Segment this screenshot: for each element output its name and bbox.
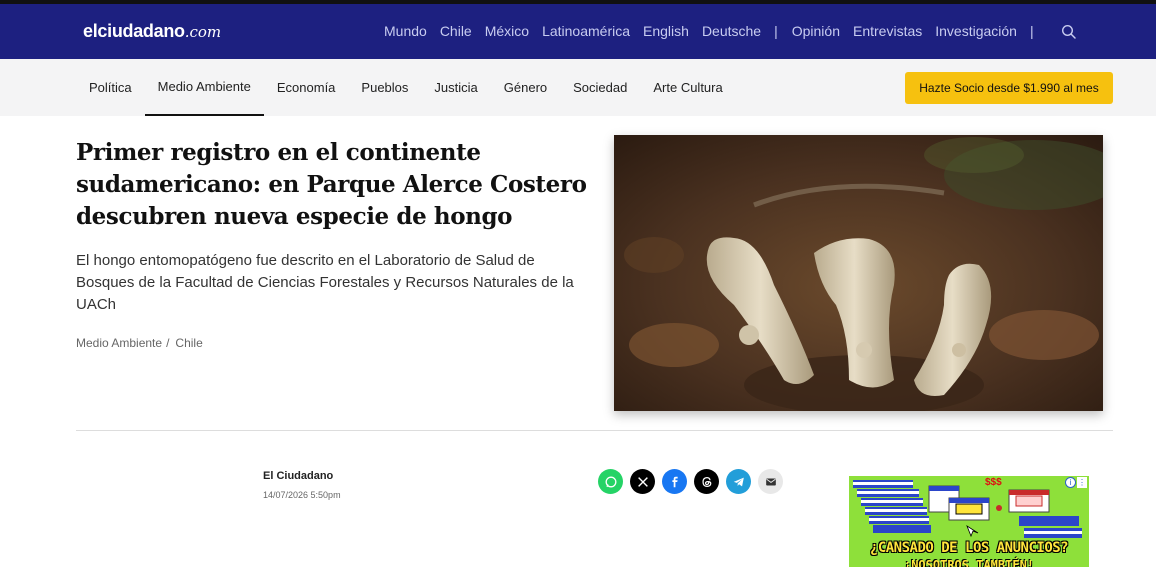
section-item-medio-ambiente[interactable]: Medio Ambiente [144, 59, 264, 116]
topnav-item-mundo[interactable]: Mundo [384, 23, 427, 39]
topnav-item-english[interactable]: English [643, 23, 689, 39]
telegram-icon [733, 477, 744, 486]
topnav-item-chile[interactable]: Chile [440, 23, 472, 39]
threads-share-button[interactable] [694, 469, 719, 494]
topnav-item-mexico[interactable]: México [485, 23, 529, 39]
top-navbar: elciudadano.com Mundo Chile México Latin… [0, 4, 1156, 59]
ad-info-icon[interactable]: i [1065, 477, 1076, 488]
x-icon [637, 476, 648, 487]
whatsapp-share-button[interactable] [598, 469, 623, 494]
section-nav: Política Medio Ambiente Economía Pueblos… [76, 59, 736, 116]
category-link-medio-ambiente[interactable]: Medio Ambiente [76, 336, 162, 350]
ad-close-icon[interactable]: ⋮ [1077, 477, 1087, 488]
section-item-genero[interactable]: Género [491, 59, 560, 116]
topnav-item-deutsche[interactable]: Deutsche [702, 23, 761, 39]
article-headline: Primer registro en el continente sudamer… [76, 139, 587, 230]
logo-suffix: .com [184, 23, 222, 41]
topnav-separator: | [1029, 23, 1034, 39]
category-separator: / [166, 336, 170, 350]
section-item-economia[interactable]: Economía [264, 59, 349, 116]
topnav-item-entrevistas[interactable]: Entrevistas [853, 23, 922, 39]
search-icon[interactable] [1061, 24, 1077, 40]
article-categories: Medio Ambiente / Chile [76, 336, 203, 350]
email-share-button[interactable] [758, 469, 783, 494]
topnav-item-opinion[interactable]: Opinión [792, 23, 840, 39]
threads-icon [701, 476, 711, 487]
ad-money-text: $$$ [985, 477, 1002, 488]
section-item-sociedad[interactable]: Sociedad [560, 59, 640, 116]
article-hero-image [614, 135, 1103, 411]
section-item-justicia[interactable]: Justicia [421, 59, 490, 116]
ad-subline: ¡NOSOTROS TAMBIÉN! [903, 558, 1035, 567]
article-summary: El hongo entomopatógeno fue descrito en … [76, 252, 574, 313]
section-item-politica[interactable]: Política [76, 59, 145, 116]
fungus-photo [614, 135, 1103, 411]
section-item-pueblos[interactable]: Pueblos [348, 59, 421, 116]
ad-headline: ¿CANSADO DE LOS ANUNCIOS? [869, 540, 1069, 556]
facebook-share-button[interactable] [662, 469, 687, 494]
publish-date: 14/07/2026 5:50pm [263, 490, 341, 500]
x-share-button[interactable] [630, 469, 655, 494]
top-nav: Mundo Chile México Latinoamérica English… [384, 23, 1048, 39]
topnav-item-investigacion[interactable]: Investigación [935, 23, 1017, 39]
telegram-share-button[interactable] [726, 469, 751, 494]
content-divider [76, 430, 1113, 431]
section-bar: Política Medio Ambiente Economía Pueblos… [0, 59, 1156, 116]
facebook-icon [671, 476, 678, 487]
site-logo[interactable]: elciudadano.com [83, 21, 221, 42]
advertisement-banner[interactable]: $$$ i ⋮ ¿CANSADO DE LOS ANUNCIOS? ¡NOSOT… [849, 476, 1089, 567]
topnav-item-latinoamerica[interactable]: Latinoamérica [542, 23, 630, 39]
email-icon [765, 478, 776, 485]
author-name[interactable]: El Ciudadano [263, 470, 333, 482]
whatsapp-icon [605, 476, 616, 487]
share-buttons [598, 469, 790, 494]
section-item-arte-cultura[interactable]: Arte Cultura [640, 59, 735, 116]
subscribe-button[interactable]: Hazte Socio desde $1.990 al mes [905, 72, 1113, 104]
topnav-separator: | [774, 23, 778, 39]
logo-main: elciudadano [83, 21, 185, 41]
category-link-chile[interactable]: Chile [175, 336, 202, 350]
